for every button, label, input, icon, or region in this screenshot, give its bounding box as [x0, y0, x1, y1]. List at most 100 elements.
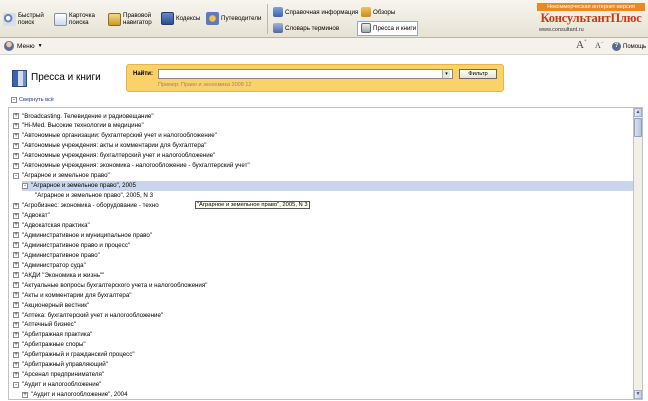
tree-row[interactable]: + "Административное право": [13, 250, 100, 260]
expand-plus-icon[interactable]: +: [13, 152, 19, 159]
expand-plus-icon[interactable]: +: [13, 122, 19, 129]
tree-row[interactable]: + "Аптечный бизнес": [13, 320, 76, 330]
reference-info-button[interactable]: Справочная информация: [273, 7, 358, 17]
guides-button[interactable]: Путеводители: [206, 12, 261, 25]
tree-row-label: "Автономные учреждения: акты и комментар…: [22, 142, 207, 150]
expand-plus-icon[interactable]: +: [13, 222, 19, 229]
collapse-minus-icon[interactable]: -: [13, 172, 19, 179]
tree-row[interactable]: - "Аграрное и земельное право", 2005: [22, 180, 633, 191]
tree-row[interactable]: + "Административное и муниципальное право…: [13, 230, 152, 240]
tree-row-label: "Административное право и процесс": [22, 241, 131, 249]
expand-plus-icon[interactable]: +: [13, 341, 19, 348]
expand-plus-icon[interactable]: +: [13, 242, 19, 249]
tree-row[interactable]: + "Административное право и процесс": [13, 240, 130, 250]
tree-row[interactable]: + "Арбитражная практика": [13, 330, 92, 340]
help-button[interactable]: ? Помощь: [612, 42, 646, 51]
collapse-minus-icon[interactable]: -: [22, 182, 28, 189]
tree-row-label: "Broadcasting. Телевидение и радиовещани…: [22, 112, 154, 120]
search-input[interactable]: [158, 69, 453, 79]
expand-plus-icon[interactable]: +: [13, 162, 19, 169]
expand-plus-icon[interactable]: +: [13, 321, 19, 328]
tree-row[interactable]: + "Аптека: бухгалтерский учет и налогообл…: [13, 310, 163, 320]
tree-row[interactable]: + "Автономные организации: бухгалтерский …: [13, 131, 217, 141]
expand-plus-icon[interactable]: +: [13, 142, 19, 149]
expand-plus-icon[interactable]: +: [13, 212, 19, 219]
tree-row[interactable]: + "Автономные учреждения: бухгалтерский у…: [13, 151, 215, 161]
tree-tooltip: "Аграрное и земельное право", 2005, N 3: [195, 201, 310, 209]
tree-row-label: "Аптека: бухгалтерский учет и налогообло…: [22, 311, 164, 319]
tree-row-label: "Арбитражный управляющий": [22, 361, 108, 369]
tree-row[interactable]: + "Агробизнес: экономика - оборудование -…: [13, 201, 159, 211]
codes-button[interactable]: Кодексы: [161, 12, 200, 25]
tree-row[interactable]: + "Адвокат": [13, 211, 50, 221]
expand-plus-icon[interactable]: +: [13, 202, 19, 209]
expand-plus-icon[interactable]: +: [13, 232, 19, 239]
expand-plus-icon[interactable]: +: [13, 302, 19, 309]
tree-row-label: "Аудит и налогообложение", 2004: [31, 391, 128, 399]
reviews-label: Обзоры: [373, 8, 396, 16]
font-smaller-button[interactable]: A−: [595, 41, 604, 50]
tree-row[interactable]: + "Автономные учреждения: экономика - нал…: [13, 161, 250, 171]
question-icon: ?: [612, 42, 621, 51]
tree-row-label: "Арбитражные споры": [22, 341, 86, 349]
tree-row[interactable]: - "Аграрное и земельное право": [13, 171, 110, 181]
tree-row[interactable]: + "Арбитражный и гражданский процесс": [13, 350, 135, 360]
codes-label: Кодексы: [176, 15, 201, 22]
tree-row-label: "Арбитражная практика": [22, 331, 93, 339]
tree-row[interactable]: + "Акционерный вестник": [13, 300, 89, 310]
expand-plus-icon[interactable]: +: [13, 292, 19, 299]
tree-row[interactable]: "Аграрное и земельное право", 2005, N 3: [31, 191, 153, 201]
tree-row[interactable]: + "Арсенал предпринимателя": [13, 370, 104, 380]
expand-plus-icon[interactable]: +: [13, 371, 19, 378]
expand-plus-icon[interactable]: +: [13, 272, 19, 279]
expand-plus-icon[interactable]: +: [13, 331, 19, 338]
tree-row[interactable]: + "Арбитражный управляющий": [13, 360, 108, 370]
tree-scrollbar[interactable]: ▲ ▼: [633, 107, 643, 400]
filter-button[interactable]: Фильтр: [459, 69, 497, 79]
tree-row[interactable]: - "Аудит и налогообложение": [13, 380, 101, 390]
expand-plus-icon[interactable]: +: [13, 252, 19, 259]
scrollbar-thumb[interactable]: [634, 118, 642, 137]
help-label: Помощь: [623, 43, 647, 50]
tree-row[interactable]: + "Автономные учреждения: акты и коммента…: [13, 141, 206, 151]
scroll-up-arrow-icon[interactable]: ▲: [634, 108, 642, 117]
collapse-minus-icon[interactable]: -: [13, 381, 19, 388]
collapse-all-link[interactable]: - Свернуть всё: [11, 97, 54, 103]
expand-plus-icon[interactable]: +: [13, 262, 19, 269]
menu-button[interactable]: Меню ▼: [4, 41, 43, 51]
tree-row-label: "Административное и муниципальное право": [22, 231, 152, 239]
books-shelf-icon: [12, 70, 27, 87]
tree-row[interactable]: + "Аудит и налогообложение", 2004: [22, 390, 128, 399]
press-and-books-button[interactable]: Пресса и книги: [361, 23, 416, 33]
guides-label: Путеводители: [221, 15, 262, 22]
expand-plus-icon[interactable]: +: [13, 132, 19, 139]
expand-plus-icon[interactable]: +: [13, 312, 19, 318]
tree-row[interactable]: + "Broadcasting. Телевидение и радиовещан…: [13, 111, 154, 121]
legal-navigator-button[interactable]: Правовой навигатор: [108, 12, 152, 26]
search-label: Найти:: [133, 71, 153, 77]
tree-row[interactable]: + "Hi-Med. Высокие технологии в медицине": [13, 121, 144, 131]
menu-label: Меню: [17, 42, 35, 50]
expand-plus-icon[interactable]: +: [22, 391, 28, 398]
guide-icon: [206, 12, 219, 25]
tree-row[interactable]: + "Арбитражные споры": [13, 340, 86, 350]
tree-row[interactable]: + "Акты и комментарии для бухгалтера": [13, 290, 131, 300]
reviews-icon: [361, 7, 371, 17]
tree-row[interactable]: + "Актуальные вопросы бухгалтерского учет…: [13, 280, 207, 290]
tree-row[interactable]: + "Адвокатская практика": [13, 220, 90, 230]
expand-plus-icon[interactable]: +: [13, 361, 19, 368]
expand-plus-icon[interactable]: +: [13, 282, 19, 289]
brand-url[interactable]: www.consultant.ru: [537, 27, 645, 33]
scroll-down-arrow-icon[interactable]: ▼: [634, 390, 642, 399]
term-dictionary-button[interactable]: Словарь терминов: [273, 23, 339, 33]
reviews-button[interactable]: Обзоры: [361, 7, 395, 17]
card-search-button[interactable]: Карточка поиска: [54, 12, 95, 26]
expand-plus-icon[interactable]: +: [13, 113, 19, 119]
tree-row[interactable]: + "АКДИ "Экономика и жизнь"": [13, 270, 104, 280]
expand-plus-icon[interactable]: +: [13, 351, 19, 358]
search-dropdown-button[interactable]: ▾: [442, 70, 450, 78]
tree-row[interactable]: + "Администратор суда": [13, 260, 86, 270]
quick-search-button[interactable]: Быстрый поиск: [3, 12, 44, 26]
collapse-all-label: Свернуть всё: [19, 97, 54, 103]
font-larger-button[interactable]: A+: [576, 39, 587, 51]
